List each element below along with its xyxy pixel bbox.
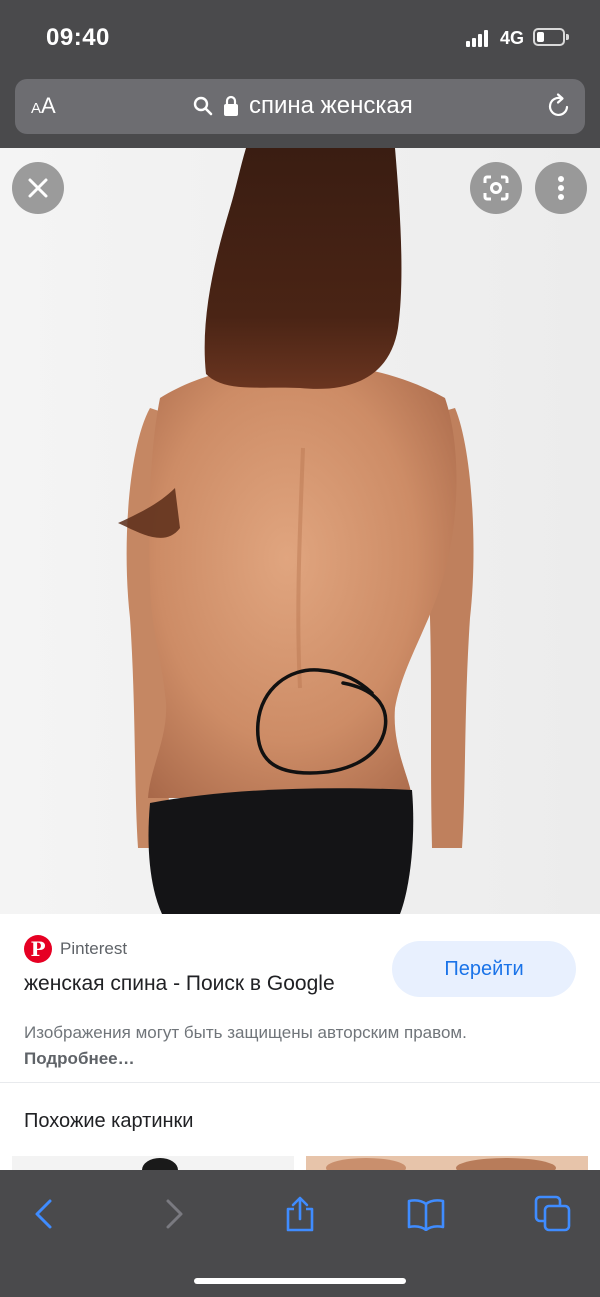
- google-lens-button[interactable]: [470, 162, 522, 214]
- home-indicator: [194, 1278, 406, 1284]
- similar-image-thumbnail[interactable]: [12, 1156, 294, 1170]
- network-type: 4G: [500, 28, 525, 48]
- forward-button[interactable]: [152, 1192, 196, 1236]
- divider: [0, 1082, 600, 1083]
- browser-top-chrome: 09:40 4G AA спина женская: [0, 0, 600, 148]
- source-row[interactable]: P Pinterest: [24, 934, 127, 964]
- learn-more-link[interactable]: Подробнее…: [24, 1049, 135, 1068]
- browser-toolbar: [0, 1170, 600, 1297]
- share-button[interactable]: [278, 1192, 322, 1236]
- result-title[interactable]: женская спина - Поиск в Google: [24, 972, 335, 996]
- status-time: 09:40: [46, 24, 110, 51]
- bookmarks-button[interactable]: [404, 1192, 448, 1236]
- result-image[interactable]: [0, 148, 600, 914]
- image-info-panel: P Pinterest женская спина - Поиск в Goog…: [0, 914, 600, 1170]
- share-icon: [286, 1196, 314, 1232]
- url-field[interactable]: спина женская: [193, 91, 413, 121]
- reload-icon[interactable]: [545, 92, 573, 120]
- more-options-button[interactable]: [535, 162, 587, 214]
- lock-icon: [224, 95, 238, 116]
- forward-icon: [166, 1199, 183, 1229]
- source-name: Pinterest: [60, 939, 128, 958]
- close-icon: [28, 178, 48, 198]
- similar-images-heading: Похожие картинки: [24, 1110, 194, 1132]
- battery-icon: [533, 28, 569, 46]
- tabs-icon: [534, 1195, 571, 1232]
- close-button[interactable]: [12, 162, 64, 214]
- more-vertical-icon: [558, 176, 564, 200]
- search-icon: [193, 96, 213, 116]
- copyright-text: Изображения могут быть защищены авторски…: [24, 1023, 467, 1042]
- image-viewer[interactable]: [0, 148, 600, 914]
- bookmarks-icon: [407, 1199, 445, 1231]
- cellular-signal-icon: [466, 29, 492, 47]
- text-size-button[interactable]: AA: [31, 93, 56, 119]
- thumbnail-image: [306, 1156, 588, 1170]
- back-icon: [35, 1199, 52, 1229]
- status-bar: 09:40 4G: [0, 0, 600, 76]
- similar-image-thumbnail[interactable]: [306, 1156, 588, 1170]
- google-lens-icon: [483, 175, 509, 201]
- address-bar[interactable]: AA спина женская: [15, 79, 585, 134]
- pinterest-logo-icon: P: [24, 935, 52, 963]
- thumbnail-image: [142, 1158, 178, 1170]
- text-size-small-label: A: [31, 100, 42, 117]
- battery-level: [537, 32, 544, 42]
- text-size-large-label: A: [41, 93, 56, 118]
- url-text: спина женская: [249, 92, 413, 119]
- copyright-notice: Изображения могут быть защищены авторски…: [24, 1020, 544, 1072]
- visit-button[interactable]: Перейти: [392, 941, 576, 997]
- tabs-button[interactable]: [531, 1192, 575, 1236]
- back-button[interactable]: [22, 1192, 66, 1236]
